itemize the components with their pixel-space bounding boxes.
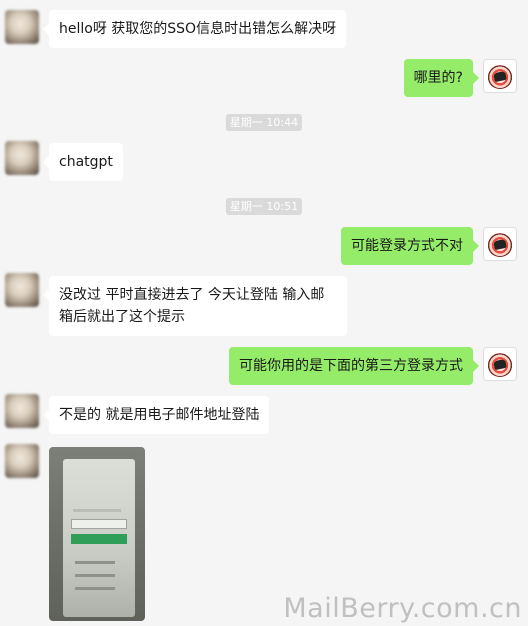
message-bubble-incoming[interactable]: 没改过 平时直接进去了 今天让登陆 输入邮箱后就出了这个提示 [43,276,347,336]
message-image[interactable] [49,447,145,621]
peer-avatar[interactable] [5,273,39,307]
message-bubble-incoming[interactable]: hello呀 获取您的SSO信息时出错怎么解决呀 [42,10,347,48]
message-bubble-outgoing[interactable]: 哪里的? [403,59,480,97]
message-bubble-outgoing[interactable]: 可能你用的是下面的第三方登录方式 [229,347,479,385]
my-avatar[interactable] [483,59,517,93]
photo-phone-screen [63,459,135,617]
peer-avatar[interactable] [5,141,39,175]
message-bubble-outgoing[interactable]: 可能登录方式不对 [341,227,479,265]
watermark: MailBerry.com.cn [283,593,522,624]
message-bubble-incoming[interactable]: 不是的 就是用电子邮件地址登陆 [42,396,270,434]
peer-avatar[interactable] [5,444,39,478]
my-avatar[interactable] [483,227,517,261]
my-avatar[interactable] [483,347,517,381]
message-bubble-incoming[interactable]: chatgpt [43,143,123,181]
peer-avatar[interactable] [5,10,39,44]
timestamp: 星期一 10:44 [225,114,303,131]
peer-avatar[interactable] [5,394,39,428]
timestamp: 星期一 10:51 [225,198,303,215]
